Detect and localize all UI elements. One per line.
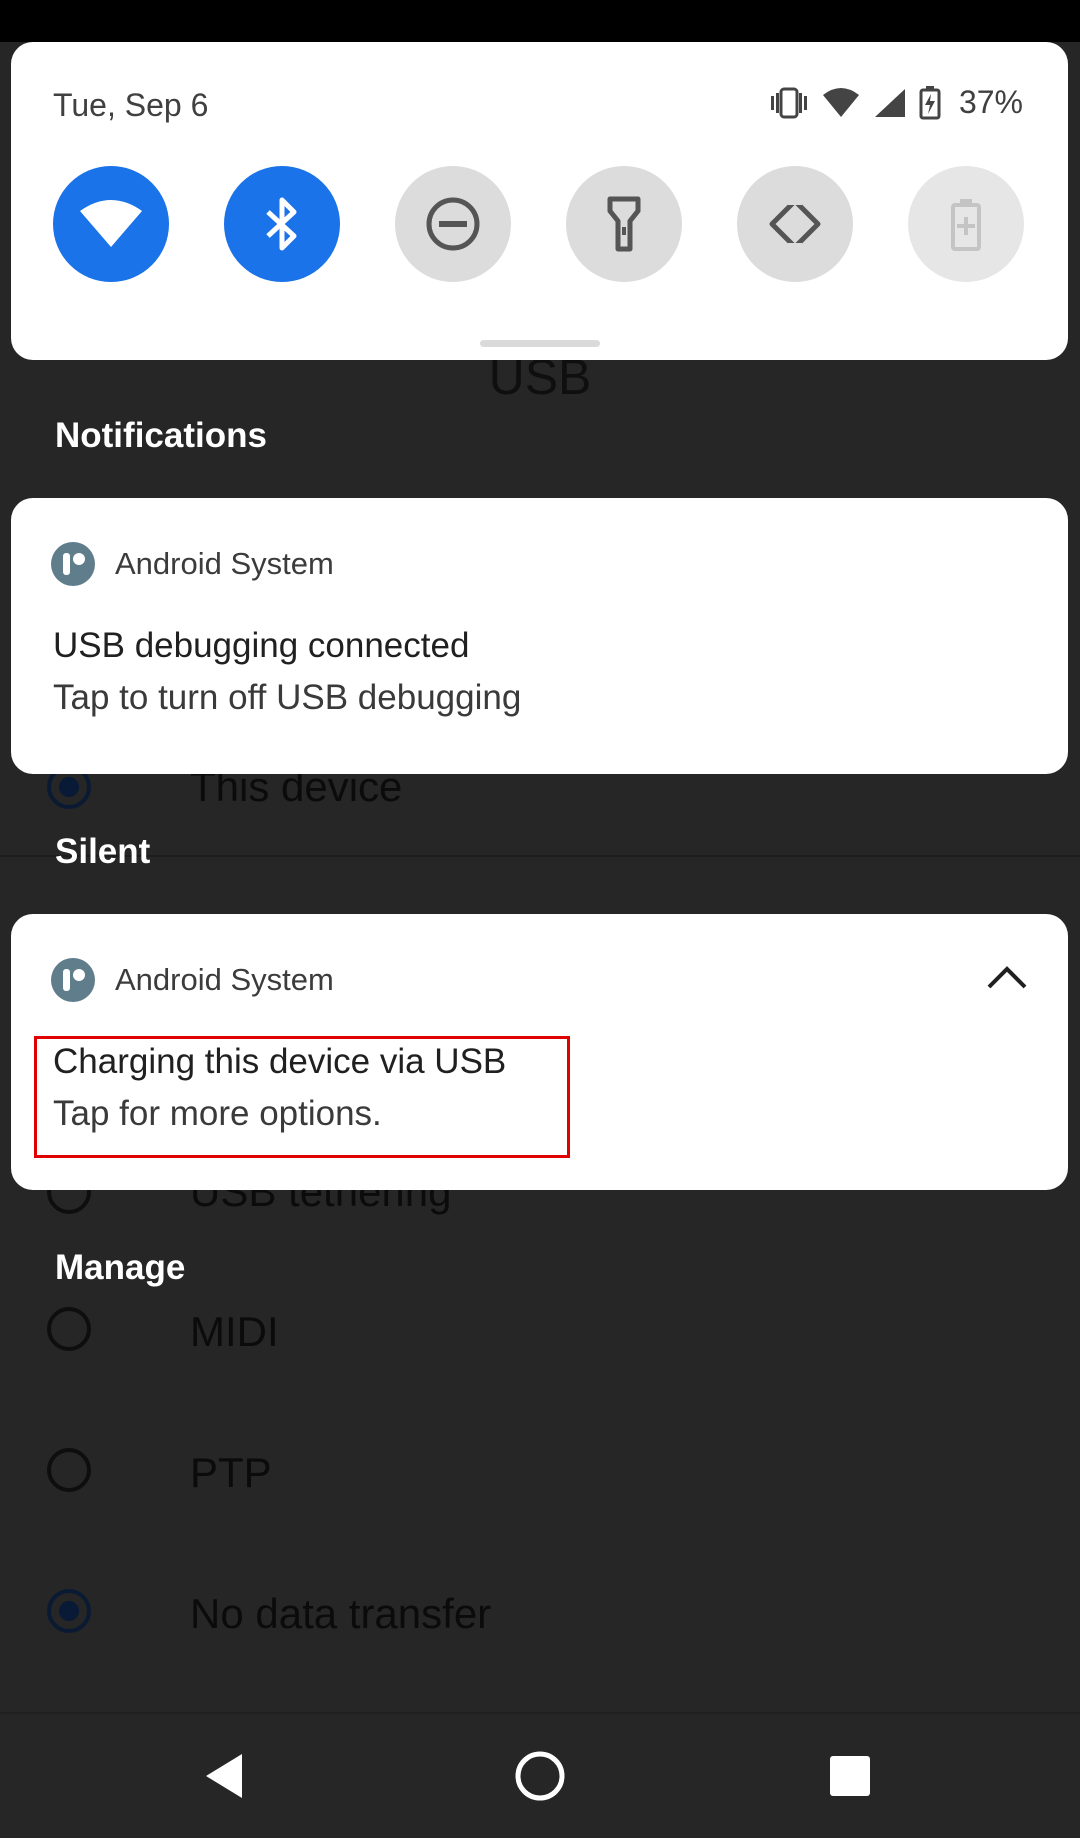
status-bar-background	[0, 0, 1080, 42]
android-system-icon	[51, 542, 95, 586]
wifi-signal-icon	[822, 87, 859, 117]
notification-card-usb-debugging[interactable]: Android System USB debugging connected T…	[11, 498, 1068, 774]
radio-ptp[interactable]	[47, 1448, 91, 1492]
tile-do-not-disturb[interactable]	[395, 166, 511, 282]
battery-saver-icon	[951, 199, 981, 251]
vibrate-icon	[770, 87, 807, 118]
divider	[0, 855, 1080, 857]
bluetooth-icon	[266, 197, 297, 251]
back-button[interactable]	[192, 1744, 256, 1808]
tile-auto-rotate[interactable]	[737, 166, 853, 282]
recents-button[interactable]	[818, 1744, 882, 1808]
date-label: Tue, Sep 6	[53, 87, 209, 123]
radio-no-data-transfer[interactable]	[47, 1589, 91, 1633]
wifi-icon	[80, 200, 142, 247]
recents-icon	[830, 1756, 870, 1796]
option-no-data-transfer[interactable]: No data transfer	[190, 1590, 491, 1638]
notification-app-name: Android System	[115, 546, 334, 581]
battery-percent: 37%	[958, 84, 1023, 120]
cell-signal-icon	[874, 88, 905, 117]
home-button[interactable]	[508, 1744, 572, 1808]
battery-charging-icon	[919, 85, 941, 119]
option-midi[interactable]: MIDI	[190, 1308, 279, 1356]
tile-bluetooth[interactable]	[224, 166, 340, 282]
home-icon	[515, 1751, 565, 1801]
rotate-icon	[769, 197, 821, 251]
collapse-chevron-icon[interactable]	[986, 964, 1028, 995]
notification-title: USB debugging connected	[53, 626, 470, 665]
radio-midi[interactable]	[47, 1307, 91, 1351]
notifications-header: Notifications	[55, 416, 267, 455]
back-icon	[206, 1754, 242, 1798]
option-ptp[interactable]: PTP	[190, 1449, 272, 1497]
dnd-icon	[426, 197, 480, 251]
tile-wifi[interactable]	[53, 166, 169, 282]
highlight-box	[34, 1036, 570, 1158]
tile-battery-saver[interactable]	[908, 166, 1024, 282]
notification-app-row: Android System	[51, 958, 334, 1002]
tile-flashlight[interactable]	[566, 166, 682, 282]
silent-header: Silent	[55, 832, 151, 871]
notification-app-row: Android System	[51, 542, 334, 586]
android-system-icon	[51, 958, 95, 1002]
notification-app-name: Android System	[115, 962, 334, 997]
status-icons: 37%	[769, 84, 1023, 121]
navigation-bar	[0, 1712, 1080, 1838]
manage-header[interactable]: Manage	[55, 1248, 185, 1288]
quick-settings-panel: Tue, Sep 6 37%	[11, 42, 1068, 360]
flashlight-icon	[607, 196, 641, 252]
drag-handle[interactable]	[480, 340, 600, 347]
notification-text: Tap to turn off USB debugging	[53, 678, 522, 717]
